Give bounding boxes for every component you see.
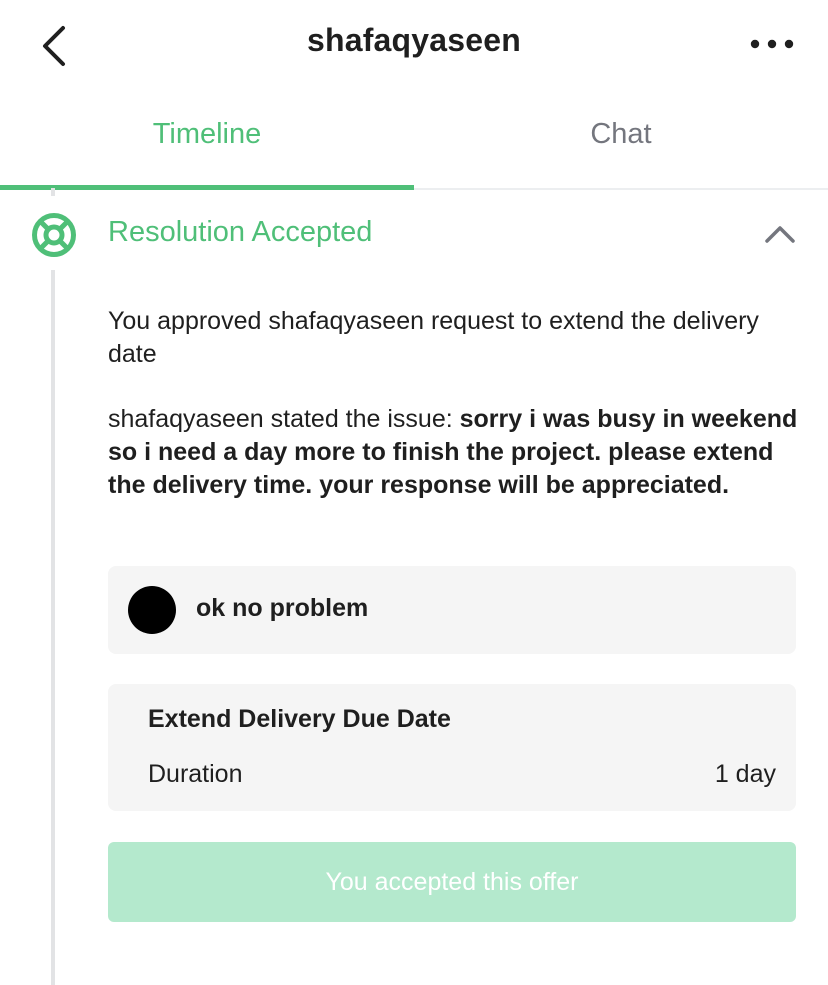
chevron-up-icon	[765, 226, 795, 243]
tab-timeline[interactable]: Timeline	[0, 100, 414, 190]
duration-label: Duration	[148, 760, 243, 788]
message-text: ok no problem	[196, 594, 369, 622]
issue-prefix: shafaqyaseen stated the issue:	[108, 405, 460, 433]
duration-value: 1 day	[714, 760, 776, 788]
screen: shafaqyaseen Timeline Chat Resolution Ac…	[0, 0, 828, 985]
tab-chat[interactable]: Chat	[414, 100, 828, 188]
lifebuoy-icon	[31, 212, 77, 258]
avatar	[128, 586, 176, 634]
approved-text: You approved shafaqyaseen request to ext…	[108, 307, 759, 368]
extension-title: Extend Delivery Due Date	[148, 705, 451, 733]
collapse-button[interactable]	[760, 216, 800, 252]
accepted-offer-button: You accepted this offer	[108, 842, 796, 922]
more-horizontal-icon	[750, 39, 794, 49]
timeline-line	[51, 270, 55, 985]
extension-card: Extend Delivery Due Date Duration 1 day	[108, 684, 796, 811]
section-title: Resolution Accepted	[108, 216, 373, 248]
tab-bar: Timeline Chat	[0, 100, 828, 190]
timeline-line	[51, 188, 55, 196]
message-card: ok no problem	[108, 566, 796, 654]
more-options-button[interactable]	[744, 22, 800, 66]
issue-statement: shafaqyaseen stated the issue: sorry i w…	[108, 403, 808, 502]
page-title: shafaqyaseen	[306, 22, 522, 58]
header: shafaqyaseen	[0, 0, 828, 88]
